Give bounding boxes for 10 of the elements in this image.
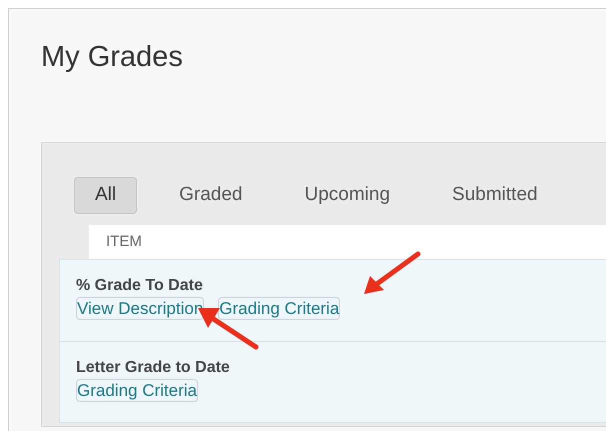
page-title: My Grades xyxy=(41,43,183,72)
grade-item-name: % Grade To Date xyxy=(76,276,204,296)
filter-tab[interactable]: Graded xyxy=(159,176,262,214)
item-link[interactable]: Grading Criteria xyxy=(76,379,198,402)
filter-tab[interactable]: Submitted xyxy=(432,176,558,214)
filter-tab[interactable]: All xyxy=(74,176,138,214)
grade-item-name: Letter Grade to Date xyxy=(76,358,231,378)
filter-tab[interactable]: Upcoming xyxy=(284,176,410,214)
column-header: ITEM xyxy=(106,232,142,252)
item-link[interactable]: Grading Criteria xyxy=(218,297,340,320)
